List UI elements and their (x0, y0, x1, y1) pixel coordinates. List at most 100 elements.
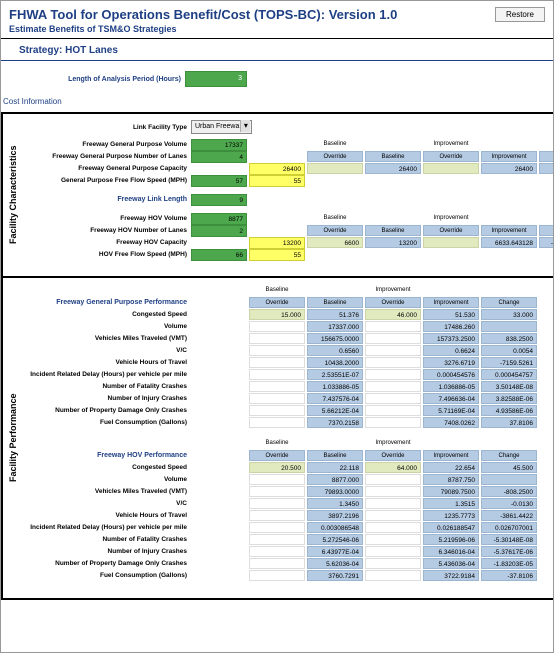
analysis-length-input[interactable]: 3 (185, 71, 247, 87)
restore-button[interactable]: Restore (495, 7, 545, 22)
gp-lanes-input[interactable]: 4 (191, 151, 247, 163)
table-row: Congested Speed15.00051.37646.00051.5303… (27, 309, 549, 320)
hov-ffs-input[interactable]: 66 (191, 249, 247, 261)
improvement-cell: 157373.2500 (423, 333, 479, 344)
baseline-cell: 3760.7291 (307, 570, 363, 581)
improvement-override-cell[interactable]: 46.000 (365, 309, 421, 320)
page-title: FHWA Tool for Operations Benefit/Cost (T… (9, 7, 397, 22)
baseline-cell: 5.66212E-04 (307, 405, 363, 416)
improvement-cell: 7.496636-04 (423, 393, 479, 404)
baseline-cell: 156675.0000 (307, 333, 363, 344)
baseline-override-cell (249, 417, 305, 428)
baseline-cell: 1.033886-05 (307, 381, 363, 392)
table-row: Number of Fatality Crashes 1.033886-05 1.0… (27, 381, 549, 392)
link-facility-type-label: Link Facility Type (27, 124, 191, 131)
improvement-override-cell (365, 393, 421, 404)
hov-lanes-input[interactable]: 2 (191, 225, 247, 237)
table-row: Number of Property Damage Only Crashes5.… (27, 405, 549, 416)
change-cell: -1.83203E-05 (481, 558, 537, 569)
baseline-cell: 5.62036-04 (307, 558, 363, 569)
change-cell: 0.000454757 (481, 369, 537, 380)
baseline-cell: 22.118 (307, 462, 363, 473)
improvement-override-cell (365, 345, 421, 356)
improvement-override-cell (365, 558, 421, 569)
improvement-override-cell (365, 333, 421, 344)
improvement-override-cell (365, 570, 421, 581)
table-row: Fuel Consumption (Gallons) 7370.2158 7408.… (27, 417, 549, 428)
improvement-override-cell (365, 546, 421, 557)
hov-capacity-i-override[interactable] (423, 237, 479, 248)
gp-lanes-label: Freeway General Purpose Number of Lanes (27, 153, 191, 160)
row-label: Vehicle Hours of Travel (27, 359, 191, 366)
gp-capacity-b-override[interactable] (307, 163, 363, 174)
table-row: Number of Fatality Crashes5.272546-065.2… (27, 534, 549, 545)
gp-capacity-cell[interactable]: 26400 (249, 163, 305, 175)
baseline-cell: 8877.000 (307, 474, 363, 485)
gp-volume-input[interactable]: 17337 (191, 139, 247, 151)
col-improvement-top: Improvement (423, 140, 479, 149)
baseline-cell: 17337.000 (307, 321, 363, 332)
row-label: Incident Related Delay (Hours) per vehic… (27, 371, 191, 378)
facility-performance-side-label: Facility Performance (1, 278, 23, 598)
baseline-cell: 2.53551E-07 (307, 369, 363, 380)
baseline-override-cell (249, 510, 305, 521)
improvement-cell: 5.71169E-04 (423, 405, 479, 416)
baseline-override-cell (249, 345, 305, 356)
baseline-override-cell[interactable]: 15.000 (249, 309, 305, 320)
row-label: Incident Related Delay (Hours) per vehic… (27, 524, 191, 531)
baseline-cell: 3897.2196 (307, 510, 363, 521)
gp-capacity-label: Freeway General Purpose Capacity (27, 165, 191, 172)
improvement-cell: 17486.260 (423, 321, 479, 332)
improvement-cell: 5.219596-06 (423, 534, 479, 545)
improvement-cell: 1.036886-05 (423, 381, 479, 392)
row-label: Fuel Consumption (Gallons) (27, 419, 191, 426)
improvement-cell: 7408.0262 (423, 417, 479, 428)
baseline-cell: 5.272546-06 (307, 534, 363, 545)
change-cell: 0.026707001 (481, 522, 537, 533)
row-label: Number of Injury Crashes (27, 548, 191, 555)
link-length-input[interactable]: 9 (191, 194, 247, 206)
col-improvement: Improvement (481, 151, 537, 162)
gp-capacity-baseline: 26400 (365, 163, 421, 174)
baseline-override-cell (249, 333, 305, 344)
row-label: Fuel Consumption (Gallons) (27, 572, 191, 579)
row-label: Congested Speed (27, 311, 191, 318)
gp-ffs-input[interactable]: 57 (191, 175, 247, 187)
cost-information-link[interactable]: Cost Information (1, 97, 553, 112)
row-label: Number of Fatality Crashes (27, 383, 191, 390)
baseline-override-cell (249, 558, 305, 569)
change-cell: 838.2500 (481, 333, 537, 344)
improvement-override-cell (365, 486, 421, 497)
table-row: Number of Injury Crashes6.43977E-046.346… (27, 546, 549, 557)
improvement-cell: 0.6624 (423, 345, 479, 356)
baseline-cell: 0.6560 (307, 345, 363, 356)
improvement-override-cell (365, 474, 421, 485)
gp-capacity-i-override[interactable] (423, 163, 479, 174)
row-label: Congested Speed (27, 464, 191, 471)
improvement-override-cell[interactable]: 64.000 (365, 462, 421, 473)
change-cell: -0.0130 (481, 498, 537, 509)
change-cell: 37.8106 (481, 417, 537, 428)
improvement-override-cell (365, 498, 421, 509)
strategy-title: Strategy: HOT Lanes (1, 39, 553, 58)
col-improvement-override: Override (423, 151, 479, 162)
hov-capacity-change: -66.35687752 (539, 237, 554, 248)
hov-capacity-b-override[interactable]: 6600 (307, 237, 363, 248)
link-facility-type-select[interactable]: Urban Freewa (191, 120, 252, 134)
gp-ffs-cell[interactable]: 55 (249, 175, 305, 187)
improvement-cell: 6.346016-04 (423, 546, 479, 557)
hov-capacity-cell[interactable]: 13200 (249, 237, 305, 249)
baseline-cell: 7.437576-04 (307, 393, 363, 404)
baseline-cell: 51.376 (307, 309, 363, 320)
baseline-cell: 1.3450 (307, 498, 363, 509)
col-change: Change (539, 151, 554, 162)
hov-ffs-cell[interactable]: 55 (249, 249, 305, 261)
baseline-cell: 7370.2158 (307, 417, 363, 428)
improvement-cell: 79089.7500 (423, 486, 479, 497)
table-row: Volume17337.00017486.260 (27, 321, 549, 332)
col-baseline-top: Baseline (307, 140, 363, 149)
improvement-override-cell (365, 357, 421, 368)
baseline-override-cell[interactable]: 20.500 (249, 462, 305, 473)
row-label: Vehicle Hours of Travel (27, 512, 191, 519)
hov-volume-input[interactable]: 8877 (191, 213, 247, 225)
